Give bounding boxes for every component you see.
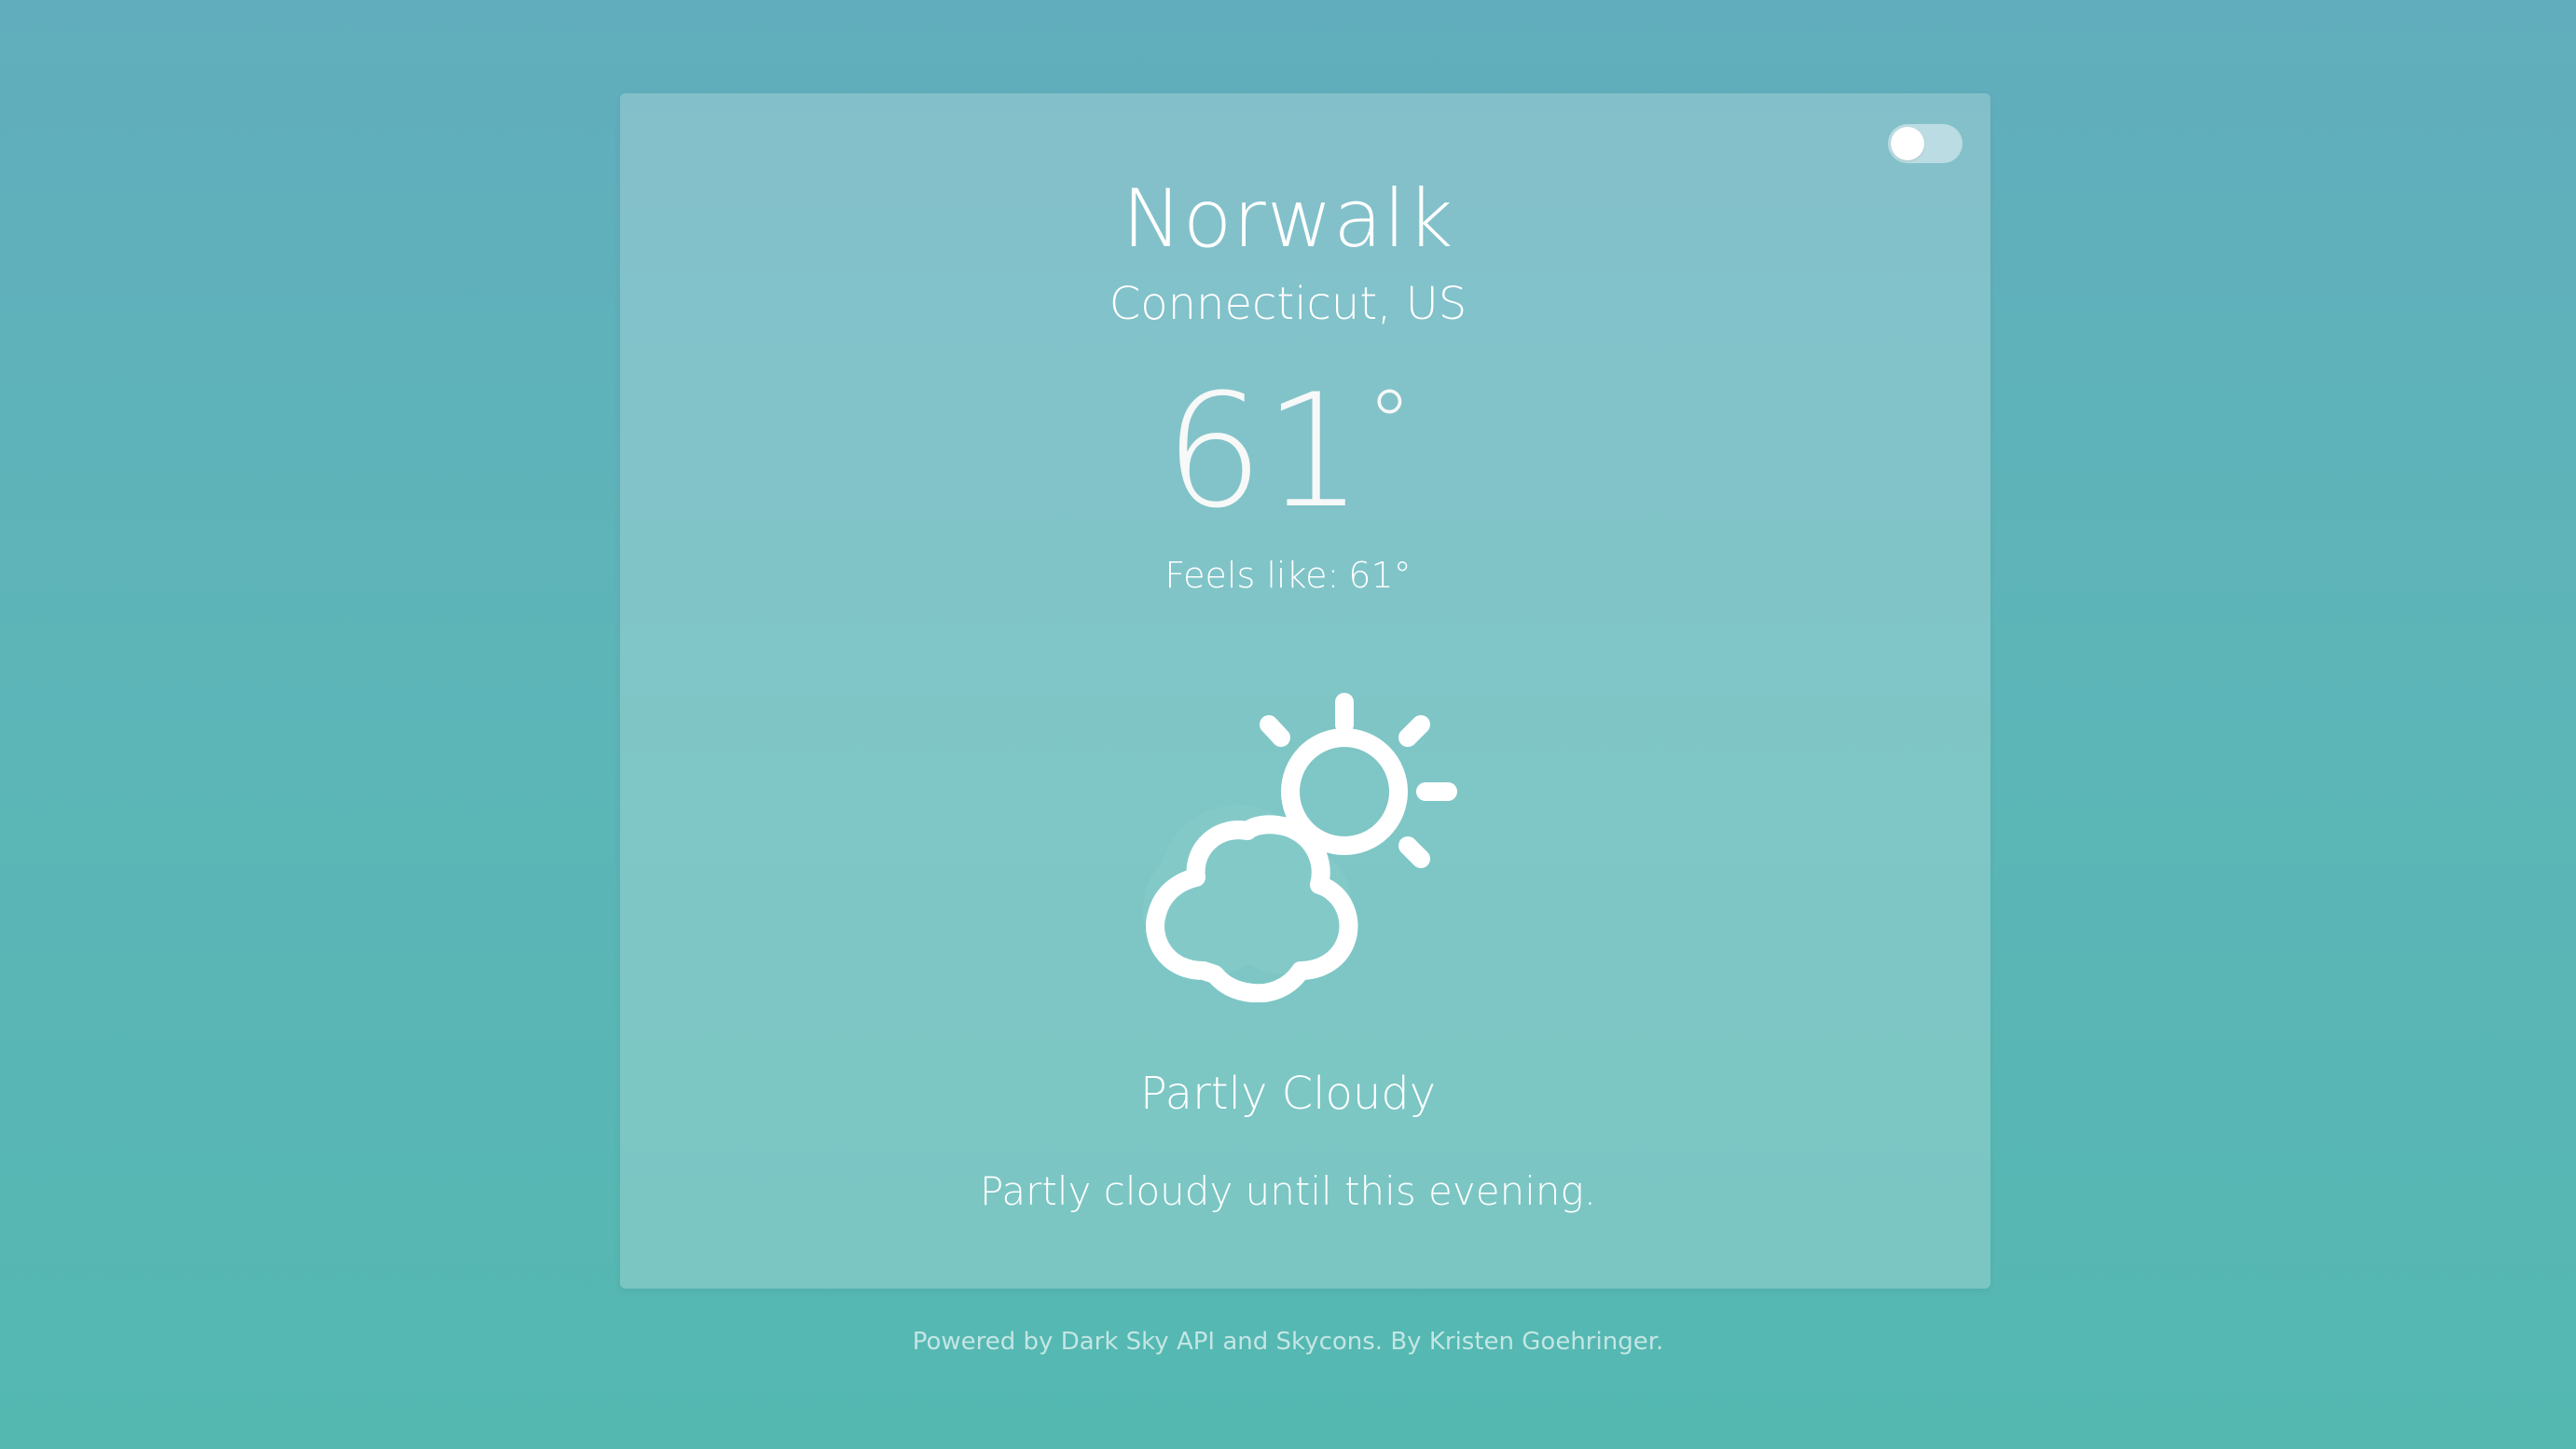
footer-by: By	[1390, 1328, 1422, 1356]
city-name: Norwalk	[1122, 172, 1454, 266]
degree-symbol: °	[1367, 371, 1412, 476]
toggle-knob	[1891, 127, 1924, 160]
feels-like-label: Feels like:	[1164, 555, 1340, 596]
temperature-value: 61	[1164, 360, 1364, 543]
weather-detail: Partly cloudy until this evening.	[979, 1168, 1597, 1214]
region-name: Connecticut, US	[1109, 278, 1467, 330]
author-link[interactable]: Kristen Goehringer.	[1429, 1328, 1663, 1356]
footer-and: and	[1222, 1328, 1269, 1356]
dark-sky-link[interactable]: Dark Sky API	[1061, 1328, 1215, 1356]
skycons-link[interactable]: Skycons.	[1276, 1328, 1384, 1356]
footer: Powered by Dark Sky API and Skycons. By …	[0, 1328, 2576, 1356]
feels-like: Feels like: 61°	[0, 555, 2576, 596]
current-temperature: 61°	[0, 373, 2576, 530]
weather-summary: Partly Cloudy	[1139, 1068, 1437, 1120]
feels-like-value: 61°	[1348, 555, 1412, 596]
footer-prefix: Powered by	[912, 1328, 1054, 1356]
partly-cloudy-day-icon	[1131, 685, 1476, 1002]
unit-toggle-switch[interactable]	[1888, 124, 1963, 163]
